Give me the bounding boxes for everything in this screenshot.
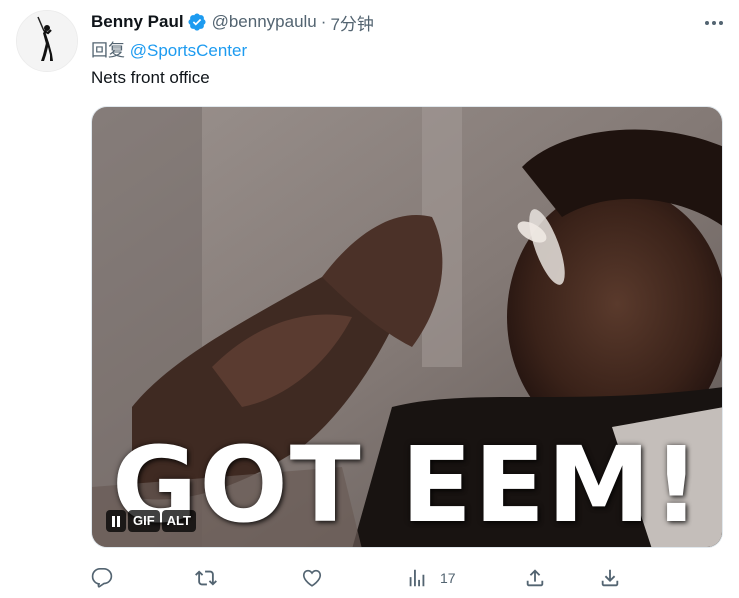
pause-icon (111, 515, 121, 527)
download-icon (601, 569, 619, 587)
views-chart-icon (409, 569, 425, 587)
reply-button[interactable] (91, 563, 113, 593)
alt-text-button[interactable]: ALT (161, 510, 196, 532)
tweet-header: Benny Paul @bennypaulu · 7分钟 (91, 10, 723, 34)
comment-icon (91, 568, 113, 588)
tweet-text: Nets front office (91, 68, 210, 87)
gif-pause-button[interactable] (106, 510, 126, 532)
tweet-content: Benny Paul @bennypaulu · 7分钟 回复 @SportsC… (91, 10, 723, 90)
share-upload-icon (526, 569, 544, 587)
tweet-card: Benny Paul @bennypaulu · 7分钟 回复 @SportsC… (0, 0, 739, 598)
tweet-action-bar: 17 (91, 563, 631, 593)
avatar[interactable] (16, 10, 78, 72)
display-name[interactable]: Benny Paul (91, 12, 184, 32)
retweet-icon (195, 570, 217, 586)
timestamp[interactable]: 7分钟 (330, 10, 373, 35)
heart-icon (302, 569, 322, 587)
like-button[interactable] (301, 563, 323, 593)
reply-mention-link[interactable]: @SportsCenter (130, 41, 247, 60)
more-options-icon[interactable] (703, 12, 725, 34)
user-handle[interactable]: @bennypaulu (212, 12, 317, 32)
views-button[interactable]: 17 (406, 563, 456, 593)
gif-controls: GIF ALT (106, 510, 196, 532)
download-button[interactable] (599, 563, 621, 593)
separator-dot: · (320, 12, 327, 31)
verified-badge-icon (187, 12, 207, 32)
reply-prefix: 回复 (91, 41, 130, 60)
share-button[interactable] (524, 563, 546, 593)
retweet-button[interactable] (195, 563, 217, 593)
golfer-silhouette-icon (17, 11, 77, 71)
gif-media[interactable]: GOT EEM! GIF ALT (91, 106, 723, 548)
reply-context: 回复 @SportsCenter (91, 39, 723, 63)
gif-label: GIF (128, 510, 160, 532)
views-count: 17 (440, 570, 456, 586)
